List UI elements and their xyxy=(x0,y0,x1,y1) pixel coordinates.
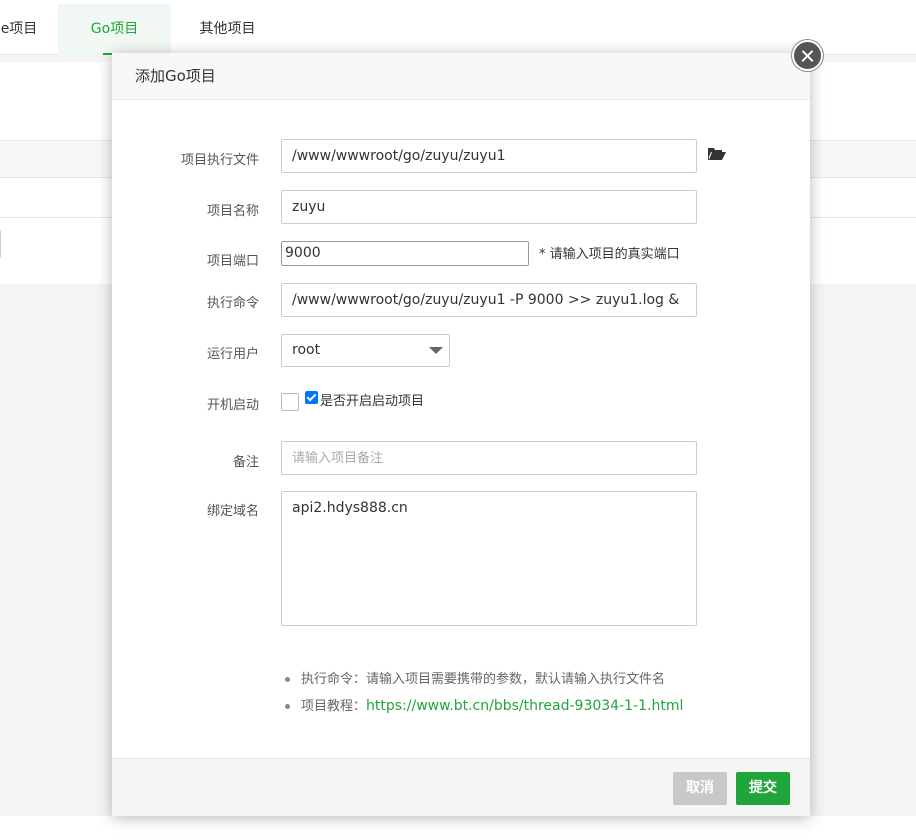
boot-checkbox-label: 是否开启启动项目 xyxy=(320,394,425,409)
domain-textarea[interactable]: api2.hdys888.cn xyxy=(281,491,697,626)
project-name-label: 项目名称 xyxy=(206,204,259,219)
exec-file-input[interactable]: /www/wwwroot/go/zuyu/zuyu1 xyxy=(281,139,697,173)
port-hint: * 请输入项目的真实端口 xyxy=(539,247,680,262)
chevron-down-icon xyxy=(429,347,443,354)
command-label: 执行命令 xyxy=(206,296,259,311)
submit-button[interactable]: 提交 xyxy=(736,772,790,805)
command-input[interactable]: /www/wwwroot/go/zuyu/zuyu1 -P 9000 >> zu… xyxy=(281,283,697,317)
remark-input[interactable]: 请输入项目备注 xyxy=(281,441,697,475)
note-tutorial-prefix: 项目教程： xyxy=(301,699,367,714)
project-port-input[interactable]: 9000 xyxy=(281,241,529,266)
exec-file-label: 项目执行文件 xyxy=(180,153,259,168)
run-user-label: 运行用户 xyxy=(206,347,259,362)
cancel-button[interactable]: 取消 xyxy=(673,772,727,805)
remark-label: 备注 xyxy=(232,455,259,470)
remark-placeholder: 请输入项目备注 xyxy=(292,451,384,466)
boot-label: 开机启动 xyxy=(206,398,259,413)
dialog-footer: 取消 提交 xyxy=(112,758,810,816)
domain-label: 绑定域名 xyxy=(206,504,259,519)
tab-others[interactable]: 其他项目 xyxy=(171,4,284,55)
tab-go[interactable]: Go项目 xyxy=(58,4,171,55)
dialog-header: 添加Go项目 xyxy=(112,53,810,100)
help-notes: 执行命令：请输入项目需要携带的参数，默认请输入执行文件名 项目教程：https:… xyxy=(285,666,683,720)
tutorial-link[interactable]: https://www.bt.cn/bbs/thread-93034-1-1.h… xyxy=(366,698,683,714)
note-command-text: 执行命令：请输入项目需要携带的参数，默认请输入执行文件名 xyxy=(301,672,666,687)
folder-open-icon[interactable] xyxy=(708,147,726,161)
project-port-label: 项目端口 xyxy=(206,254,259,269)
dialog-title: 添加Go项目 xyxy=(135,67,216,85)
boot-toggle[interactable] xyxy=(281,393,299,411)
boot-checkbox[interactable] xyxy=(305,391,318,404)
note-tutorial: 项目教程：https://www.bt.cn/bbs/thread-93034-… xyxy=(285,693,683,720)
run-user-select[interactable]: root xyxy=(281,334,450,367)
close-icon[interactable] xyxy=(792,40,823,71)
note-command: 执行命令：请输入项目需要携带的参数，默认请输入执行文件名 xyxy=(285,666,683,693)
tab-other-lang[interactable]: e项目 xyxy=(0,4,58,55)
page-bottom-strip xyxy=(0,816,916,840)
project-name-input[interactable]: zuyu xyxy=(281,190,697,224)
background-input-stub xyxy=(0,230,1,258)
project-tabs: e项目 Go项目 其他项目 xyxy=(0,4,916,55)
run-user-value: root xyxy=(292,342,321,358)
add-go-project-dialog: 添加Go项目 项目执行文件 /www/wwwroot/go/zuyu/zuyu1… xyxy=(112,53,810,816)
